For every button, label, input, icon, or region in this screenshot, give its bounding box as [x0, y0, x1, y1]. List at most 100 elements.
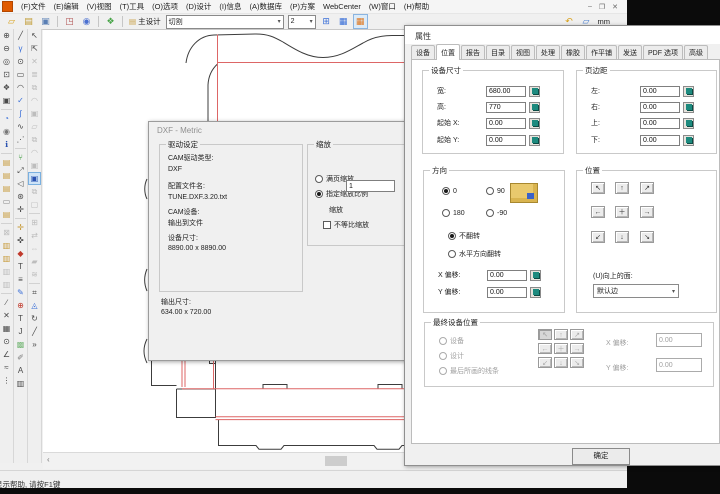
- tab-pdf-options[interactable]: PDF 选项: [643, 45, 683, 60]
- rectangle-tool-icon[interactable]: ▭: [14, 68, 27, 81]
- bezier-curve-icon[interactable]: ∫: [14, 107, 27, 120]
- keypad-button[interactable]: [530, 287, 541, 298]
- move-diagonal-icon[interactable]: ⤢: [14, 164, 27, 177]
- menu-item-layout[interactable]: (P)方案: [286, 2, 319, 11]
- text-j-icon[interactable]: J: [14, 325, 27, 338]
- nonproportional-checkbox[interactable]: [323, 221, 331, 229]
- folder-2-icon[interactable]: ▥: [0, 252, 13, 265]
- zoom-out-icon[interactable]: ⊖: [0, 42, 13, 55]
- delete-x-icon[interactable]: ✕: [28, 55, 41, 68]
- anchor-top-left-button[interactable]: ↖: [591, 182, 605, 194]
- menu-item-webcenter[interactable]: WebCenter: [319, 2, 365, 11]
- open-folder-icon[interactable]: ▱: [4, 14, 19, 29]
- field-input[interactable]: [640, 102, 680, 113]
- final-y-offset-input[interactable]: [656, 358, 702, 372]
- keypad-button[interactable]: [530, 270, 541, 281]
- register-target-icon[interactable]: ⊕: [14, 299, 27, 312]
- field-input[interactable]: [487, 287, 527, 298]
- branch-green-icon[interactable]: ⑂: [14, 151, 27, 164]
- menu-item-file[interactable]: (F)文件: [17, 2, 50, 11]
- menu-item-help[interactable]: (H)帮助: [400, 2, 433, 11]
- keypad-button[interactable]: [683, 135, 694, 146]
- arc-tool-icon[interactable]: ◠: [14, 81, 27, 94]
- circle-dot-icon[interactable]: ⊙: [0, 335, 13, 348]
- brush-icon[interactable]: ✐: [14, 351, 27, 364]
- field-input[interactable]: [487, 270, 527, 281]
- box-2-icon[interactable]: ▢: [28, 198, 41, 211]
- layer-type-dropdown[interactable]: 切割 ▾: [166, 15, 284, 29]
- keypad-button[interactable]: [529, 102, 540, 113]
- workspace-4-icon[interactable]: ▤: [0, 208, 13, 221]
- tab-device[interactable]: 设备: [411, 45, 435, 60]
- arc-2-icon[interactable]: ◠: [28, 146, 41, 159]
- 3d-view-icon[interactable]: ◉: [79, 14, 94, 29]
- close-button[interactable]: ✕: [612, 3, 618, 11]
- rect-edit-icon[interactable]: ▱: [28, 120, 41, 133]
- layer-panel-icon[interactable]: ▦: [336, 14, 351, 29]
- anchor-top-button[interactable]: ↑: [615, 182, 629, 194]
- image-2-icon[interactable]: ▣: [28, 159, 41, 172]
- specify-scale-radio[interactable]: [315, 190, 323, 198]
- diagonal-line-icon[interactable]: ∕: [0, 296, 13, 309]
- arc-edit-icon[interactable]: ◠: [28, 94, 41, 107]
- plus-gold-icon[interactable]: ✛: [14, 221, 27, 234]
- box-3d-icon[interactable]: ▣: [28, 172, 41, 185]
- folder-3-icon[interactable]: ▥: [0, 265, 13, 278]
- folder-4-icon[interactable]: ▥: [0, 278, 13, 291]
- cross-x-icon[interactable]: ✕: [0, 309, 13, 322]
- info-icon[interactable]: ℹ: [0, 138, 13, 151]
- anchor-bottom-button[interactable]: ↓: [615, 231, 629, 243]
- keypad-button[interactable]: [529, 118, 540, 129]
- save-floppy-icon[interactable]: ▣: [38, 14, 53, 29]
- menu-item-tools[interactable]: (T)工具: [116, 2, 149, 11]
- textbox-icon[interactable]: A: [14, 364, 27, 377]
- line-2-icon[interactable]: ╱: [28, 325, 41, 338]
- stretch-icon[interactable]: ⇔: [28, 242, 41, 255]
- tab-view[interactable]: 视图: [511, 45, 535, 60]
- copy-icon[interactable]: ⧉: [28, 81, 41, 94]
- anchor-bottom-right-button[interactable]: ↘: [640, 231, 654, 243]
- layers-up-icon[interactable]: ⊞: [319, 14, 334, 29]
- angle-90-radio[interactable]: [486, 187, 494, 195]
- zoom-fit-icon[interactable]: ⊡: [0, 68, 13, 81]
- rebuild-colorful-icon[interactable]: ❖: [103, 14, 118, 29]
- minimize-button[interactable]: –: [588, 3, 592, 11]
- ruler-icon[interactable]: ⌗: [28, 286, 41, 299]
- text-style-icon[interactable]: T: [14, 312, 27, 325]
- keypad-button[interactable]: [683, 102, 694, 113]
- keypad-button[interactable]: [529, 86, 540, 97]
- eyedropper-icon[interactable]: ✎: [14, 286, 27, 299]
- tab-directories[interactable]: 目录: [486, 45, 510, 60]
- delete-box-icon[interactable]: ⊠: [0, 226, 13, 239]
- layers-icon[interactable]: ≣: [28, 68, 41, 81]
- main-design-button[interactable]: ▤ 主设计: [126, 16, 164, 27]
- barcode-icon[interactable]: ▥: [14, 377, 27, 390]
- table-grid-icon[interactable]: ▦: [353, 14, 368, 29]
- anchor-right-button[interactable]: →: [640, 206, 654, 218]
- field-input[interactable]: [486, 102, 526, 113]
- field-input[interactable]: [486, 118, 526, 129]
- field-input[interactable]: [640, 135, 680, 146]
- scroll-left-arrow-icon[interactable]: ‹: [47, 455, 50, 464]
- tab-reports[interactable]: 报告: [461, 45, 485, 60]
- keypad-button[interactable]: [683, 86, 694, 97]
- number-dropdown[interactable]: 2 ▾: [288, 15, 316, 29]
- zoom-in-icon[interactable]: ⊕: [0, 29, 13, 42]
- anchor-left-button[interactable]: ←: [591, 206, 605, 218]
- shear-icon[interactable]: ▰: [28, 255, 41, 268]
- select-arrow-icon[interactable]: ↖: [28, 29, 41, 42]
- tab-processing[interactable]: 处理: [536, 45, 560, 60]
- polyline-angle-icon[interactable]: γ: [14, 42, 27, 55]
- spray-icon[interactable]: ⋮: [0, 374, 13, 387]
- plus-move-icon[interactable]: ✛: [14, 203, 27, 216]
- folder-open-icon[interactable]: ▥: [0, 239, 13, 252]
- snap-circle-icon[interactable]: ◔: [0, 112, 13, 125]
- anchor-center-button[interactable]: ＋: [615, 206, 629, 218]
- angle-180-radio[interactable]: [442, 209, 450, 217]
- tab-position[interactable]: 位置: [436, 44, 460, 60]
- scale-input[interactable]: [346, 180, 395, 192]
- color-swatch-icon[interactable]: ▩: [14, 338, 27, 351]
- angle-lines-icon[interactable]: ∠: [0, 348, 13, 361]
- angle-0-radio[interactable]: [442, 187, 450, 195]
- cone-tool-icon[interactable]: ◁: [14, 177, 27, 190]
